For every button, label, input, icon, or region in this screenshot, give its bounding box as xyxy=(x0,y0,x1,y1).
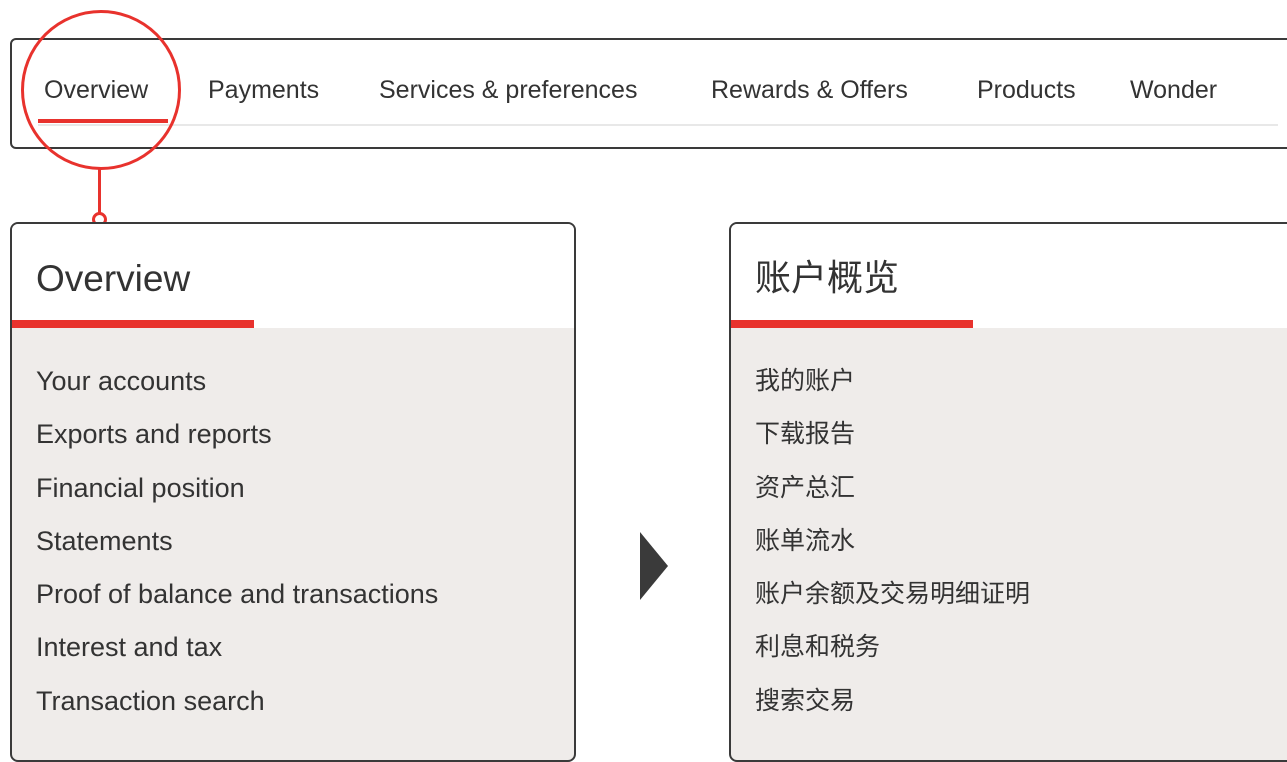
card-title: 账户概览 xyxy=(755,258,900,299)
nav-tab-rewards-offers[interactable]: Rewards & Offers xyxy=(711,75,908,105)
menu-item-your-accounts[interactable]: Your accounts xyxy=(36,366,438,419)
card-header: 账户概览 xyxy=(731,224,1287,328)
menu-item-asset-summary[interactable]: 资产总汇 xyxy=(755,473,1030,526)
nav-tab-payments[interactable]: Payments xyxy=(208,75,319,105)
menu-item-interest-tax[interactable]: 利息和税务 xyxy=(755,632,1030,685)
nav-tab-services-preferences[interactable]: Services & preferences xyxy=(379,75,637,105)
menu-item-statement-flow[interactable]: 账单流水 xyxy=(755,526,1030,579)
menu-item-download-reports[interactable]: 下载报告 xyxy=(755,419,1030,472)
nav-tab-products[interactable]: Products xyxy=(977,75,1076,105)
menu-item-transaction-search[interactable]: Transaction search xyxy=(36,686,438,739)
card-title-underline xyxy=(731,320,973,328)
card-title-underline xyxy=(12,320,254,328)
card-title: Overview xyxy=(36,258,191,299)
overview-menu-card-en: Overview Your accounts Exports and repor… xyxy=(10,222,576,762)
menu-list: 我的账户 下载报告 资产总汇 账单流水 账户余额及交易明细证明 利息和税务 搜索… xyxy=(755,366,1030,739)
menu-item-exports-reports[interactable]: Exports and reports xyxy=(36,419,438,472)
menu-item-interest-tax[interactable]: Interest and tax xyxy=(36,632,438,685)
menu-list: Your accounts Exports and reports Financ… xyxy=(36,366,438,739)
nav-active-tab-indicator xyxy=(38,119,168,123)
menu-item-balance-proof[interactable]: 账户余额及交易明细证明 xyxy=(755,579,1030,632)
overview-menu-card-zh: 账户概览 我的账户 下载报告 资产总汇 账单流水 账户余额及交易明细证明 利息和… xyxy=(729,222,1287,762)
card-header: Overview xyxy=(12,224,574,328)
nav-tab-wonder[interactable]: Wonder xyxy=(1130,75,1217,105)
nav-baseline-divider xyxy=(38,124,1278,126)
top-navigation-bar: Overview Payments Services & preferences… xyxy=(10,38,1287,149)
callout-connector-line xyxy=(98,168,101,214)
menu-item-proof-of-balance[interactable]: Proof of balance and transactions xyxy=(36,579,438,632)
nav-tab-overview[interactable]: Overview xyxy=(44,75,148,105)
play-arrow-icon xyxy=(640,532,668,600)
menu-item-search-transactions[interactable]: 搜索交易 xyxy=(755,686,1030,739)
menu-item-statements[interactable]: Statements xyxy=(36,526,438,579)
menu-item-my-accounts[interactable]: 我的账户 xyxy=(755,366,1030,419)
menu-item-financial-position[interactable]: Financial position xyxy=(36,473,438,526)
